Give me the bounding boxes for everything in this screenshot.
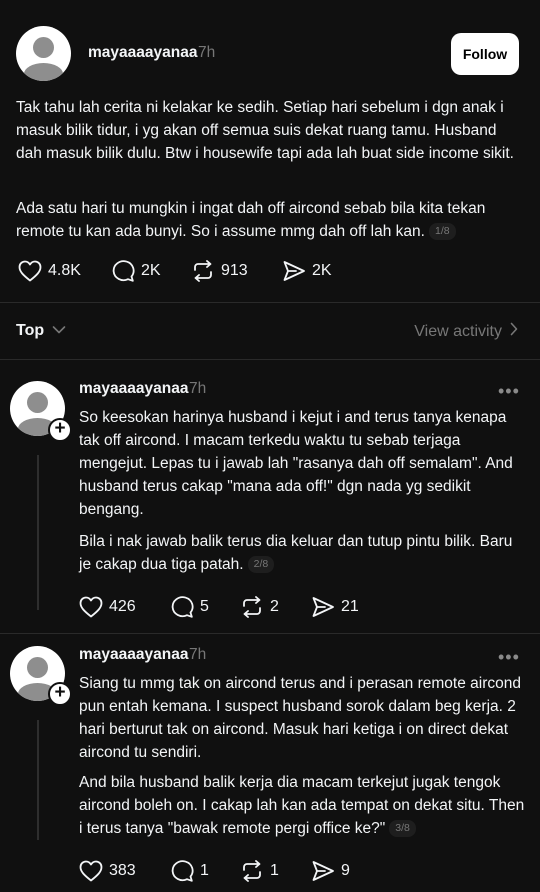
- repost-icon: [191, 260, 215, 282]
- reply-pager: 2/8: [247, 556, 275, 574]
- comment-icon: [111, 260, 135, 282]
- reply-paragraph-1: Siang tu mmg tak on aircond terus and i …: [79, 675, 521, 761]
- view-activity-link[interactable]: View activity: [414, 322, 518, 341]
- reply-share-count: 21: [341, 598, 359, 615]
- heart-icon: [18, 260, 42, 282]
- reply-reply-button[interactable]: 1: [170, 860, 209, 882]
- reply-username[interactable]: mayaaaayanaa: [79, 380, 188, 398]
- reply-share-count: 9: [341, 862, 350, 879]
- post-like-count: 4.8K: [48, 262, 81, 279]
- reply-like-count: 426: [109, 598, 136, 615]
- post-username[interactable]: mayaaaayanaa: [88, 44, 197, 62]
- heart-icon: [79, 860, 103, 882]
- comment-icon: [170, 860, 194, 882]
- reply-paragraph-2-text: Bila i nak jawab balik terus dia keluar …: [79, 533, 513, 573]
- reply-paragraph-2-text: And bila husband balik kerja dia macam t…: [79, 774, 525, 837]
- sort-label: Top: [16, 322, 45, 339]
- follow-plus-badge[interactable]: +: [48, 418, 72, 442]
- reply-paragraph-2: Bila i nak jawab balik terus dia keluar …: [79, 530, 527, 576]
- post-paragraph-2: Ada satu hari tu mungkin i ingat dah off…: [16, 197, 521, 243]
- divider: [0, 359, 540, 360]
- chevron-down-icon: [52, 322, 66, 340]
- send-icon: [311, 860, 335, 882]
- reply-time: 7h: [189, 380, 207, 397]
- post-time: 7h: [198, 44, 216, 61]
- follow-button[interactable]: Follow: [451, 33, 519, 75]
- reply-reply-count: 1: [200, 862, 209, 879]
- reply-repost-count: 1: [270, 862, 279, 879]
- reply-repost-button[interactable]: 2: [240, 596, 279, 618]
- reply-reply-button[interactable]: 5: [170, 596, 209, 618]
- post-paragraph-2-text: Ada satu hari tu mungkin i ingat dah off…: [16, 200, 486, 240]
- thread-line: [37, 455, 39, 610]
- chevron-right-icon: [510, 322, 518, 341]
- post-share-button[interactable]: 2K: [282, 260, 332, 282]
- post-repost-count: 913: [221, 262, 248, 279]
- reply-share-button[interactable]: 21: [311, 596, 359, 618]
- post-reply-button[interactable]: 2K: [111, 260, 161, 282]
- post-like-button[interactable]: 4.8K: [18, 260, 81, 282]
- post-pager: 1/8: [428, 223, 456, 241]
- post-reply-count: 2K: [141, 262, 161, 279]
- reply-share-button[interactable]: 9: [311, 860, 350, 882]
- divider: [0, 633, 540, 634]
- view-activity-label: View activity: [414, 322, 502, 340]
- more-options-icon[interactable]: •••: [498, 648, 520, 666]
- send-icon: [311, 596, 335, 618]
- sort-dropdown[interactable]: Top: [16, 322, 66, 340]
- post-paragraph-1: Tak tahu lah cerita ni kelakar ke sedih.…: [16, 99, 514, 162]
- thread-line: [37, 720, 39, 840]
- reply-like-button[interactable]: 426: [79, 596, 136, 618]
- reply-username[interactable]: mayaaaayanaa: [79, 646, 188, 664]
- reply-repost-count: 2: [270, 598, 279, 615]
- reply-reply-count: 5: [200, 598, 209, 615]
- post-avatar[interactable]: [16, 26, 71, 81]
- more-options-icon[interactable]: •••: [498, 382, 520, 400]
- reply-like-button[interactable]: 383: [79, 860, 136, 882]
- repost-icon: [240, 596, 264, 618]
- post-repost-button[interactable]: 913: [191, 260, 248, 282]
- reply-paragraph-2: And bila husband balik kerja dia macam t…: [79, 771, 527, 840]
- send-icon: [282, 260, 306, 282]
- comment-icon: [170, 596, 194, 618]
- reply-time: 7h: [189, 646, 207, 663]
- reply-paragraph-1: So keesokan harinya husband i kejut i an…: [79, 409, 513, 518]
- reply-pager: 3/8: [389, 820, 416, 838]
- follow-plus-badge[interactable]: +: [48, 682, 72, 706]
- heart-icon: [79, 596, 103, 618]
- reply-repost-button[interactable]: 1: [240, 860, 279, 882]
- reply-like-count: 383: [109, 862, 136, 879]
- divider: [0, 302, 540, 303]
- post-share-count: 2K: [312, 262, 332, 279]
- repost-icon: [240, 860, 264, 882]
